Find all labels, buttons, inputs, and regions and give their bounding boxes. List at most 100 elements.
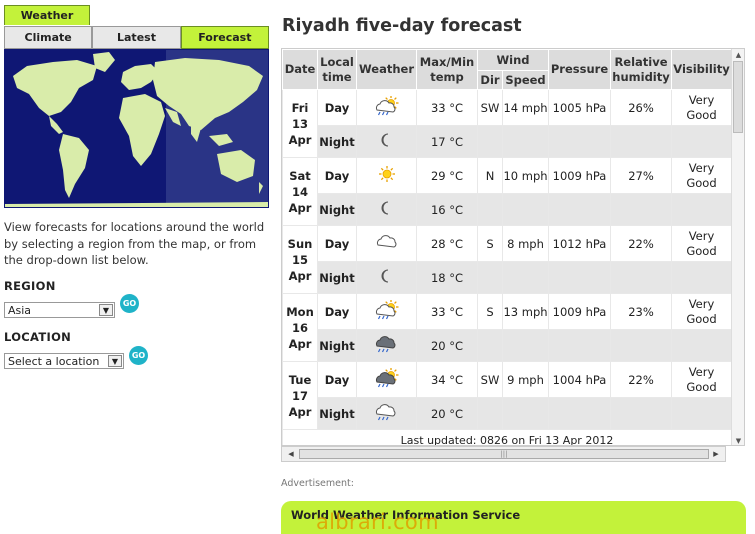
forecast-day-row: Fri 13 Apr Day 33 °C SW 14 mph 1005 hPa … xyxy=(282,89,732,158)
chevron-down-icon[interactable]: ▼ xyxy=(108,355,122,367)
forecast-table-container[interactable]: Date Local time Weather Max/Min temp Win… xyxy=(281,48,745,446)
scroll-up-icon[interactable]: ▲ xyxy=(732,49,744,61)
scroll-left-icon[interactable]: ◀ xyxy=(284,448,298,460)
location-select[interactable]: Select a location ▼ xyxy=(4,353,124,369)
forecast-date: Tue 17 Apr xyxy=(282,361,318,430)
location-go-button[interactable]: GO xyxy=(129,346,148,365)
forecast-month: Apr xyxy=(288,336,312,351)
temperature: 33 °C xyxy=(416,293,478,330)
horizontal-scrollbar[interactable]: ◀ ||| ▶ xyxy=(281,446,726,462)
tab-climate[interactable]: Climate xyxy=(4,26,93,49)
local-time-day: Day xyxy=(317,293,357,330)
local-time-day: Day xyxy=(317,361,357,398)
watermark: albrari.com xyxy=(316,510,439,534)
humidity: 26% xyxy=(610,89,672,126)
empty-cell xyxy=(548,397,611,430)
chevron-down-icon[interactable]: ▼ xyxy=(99,304,113,316)
empty-cell xyxy=(671,193,732,226)
vertical-scrollbar[interactable]: ▲ ▼ xyxy=(731,49,744,445)
temperature: 33 °C xyxy=(416,89,478,126)
tab-weather[interactable]: Weather xyxy=(4,5,90,25)
forecast-daynum: 14 xyxy=(291,184,308,199)
visibility: Very Good xyxy=(671,89,732,126)
sun-icon xyxy=(375,164,399,187)
empty-cell xyxy=(502,125,549,158)
header-wind: Wind xyxy=(477,49,549,71)
forecast-night-row: Night 20 °C xyxy=(283,397,732,430)
humidity: 22% xyxy=(610,225,672,262)
weather-cell xyxy=(356,293,417,330)
moon-icon xyxy=(375,266,399,289)
forecast-daynum: 15 xyxy=(291,252,308,267)
forecast-dayname: Mon xyxy=(286,304,314,319)
sun-cloud-rain-icon xyxy=(375,299,399,323)
header-visibility: Visibility xyxy=(671,49,732,90)
scroll-down-icon[interactable]: ▼ xyxy=(732,435,744,445)
visibility-line1: Very xyxy=(688,296,715,311)
forecast-dayname: Sun xyxy=(287,236,313,251)
map-instructions: View forecasts for locations around the … xyxy=(4,220,265,267)
vertical-scroll-thumb[interactable] xyxy=(733,61,743,133)
empty-cell xyxy=(610,125,672,158)
temperature: 28 °C xyxy=(416,225,478,262)
weather-cell xyxy=(356,329,417,362)
cloud-rain-icon xyxy=(375,402,399,425)
location-select-value: Select a location xyxy=(8,355,100,368)
forecast-date: Sat 14 Apr xyxy=(282,157,318,226)
forecast-dayname: Sat xyxy=(289,168,311,183)
weather-cell xyxy=(356,125,417,158)
scroll-right-icon[interactable]: ▶ xyxy=(709,448,723,460)
wind-speed: 8 mph xyxy=(502,225,549,262)
forecast-date: Mon 16 Apr xyxy=(282,293,318,362)
header-pressure: Pressure xyxy=(548,49,611,90)
last-updated: Last updated: 0826 on Fri 13 Apr 2012 xyxy=(282,429,732,445)
weather-cell xyxy=(356,225,417,262)
dark-cloud-rain-icon xyxy=(375,334,399,357)
tab-forecast[interactable]: Forecast xyxy=(180,26,269,49)
forecast-night-row: Night 18 °C xyxy=(283,261,732,294)
empty-cell xyxy=(477,329,503,362)
visibility: Very Good xyxy=(671,361,732,398)
sun-dark-cloud-rain-icon xyxy=(375,367,399,391)
weather-cell xyxy=(356,157,417,194)
horizontal-scroll-thumb[interactable]: ||| xyxy=(299,449,709,459)
local-time-day: Day xyxy=(317,225,357,262)
forecast-night-row: Night 17 °C xyxy=(283,125,732,158)
visibility: Very Good xyxy=(671,225,732,262)
visibility-line2: Good xyxy=(686,175,717,190)
wind-direction: SW xyxy=(477,89,503,126)
weather-cell xyxy=(356,261,417,294)
region-label: REGION xyxy=(4,279,56,293)
sun-cloud-rain-icon xyxy=(375,95,399,119)
wind-direction: SW xyxy=(477,361,503,398)
left-panel: Weather Climate Latest Forecast View for… xyxy=(0,0,275,534)
header-weather: Weather xyxy=(356,49,417,90)
weather-cell xyxy=(356,89,417,126)
world-map[interactable] xyxy=(4,49,269,208)
wind-direction: S xyxy=(477,225,503,262)
subtab-bar: Climate Latest Forecast xyxy=(4,26,269,49)
wind-speed: 9 mph xyxy=(502,361,549,398)
empty-cell xyxy=(610,397,672,430)
forecast-month: Apr xyxy=(288,404,312,419)
pressure: 1012 hPa xyxy=(548,225,611,262)
region-select[interactable]: Asia ▼ xyxy=(4,302,115,318)
region-go-button[interactable]: GO xyxy=(120,294,139,313)
forecast-dayname: Tue xyxy=(288,372,312,387)
forecast-daynum: 17 xyxy=(291,388,308,403)
forecast-date: Fri 13 Apr xyxy=(282,89,318,158)
humidity: 27% xyxy=(610,157,672,194)
header-wind-dir: Dir xyxy=(477,70,503,90)
empty-cell xyxy=(548,125,611,158)
local-time-night: Night xyxy=(317,193,357,226)
empty-cell xyxy=(477,397,503,430)
forecast-day-row: Sun 15 Apr Day 28 °C S 8 mph 1012 hPa 22… xyxy=(282,225,732,294)
visibility: Very Good xyxy=(671,157,732,194)
empty-cell xyxy=(548,261,611,294)
empty-cell xyxy=(502,261,549,294)
temperature: 20 °C xyxy=(416,397,478,430)
pressure: 1004 hPa xyxy=(548,361,611,398)
weather-cell xyxy=(356,397,417,430)
tab-latest[interactable]: Latest xyxy=(92,26,181,49)
location-label: LOCATION xyxy=(4,330,72,344)
